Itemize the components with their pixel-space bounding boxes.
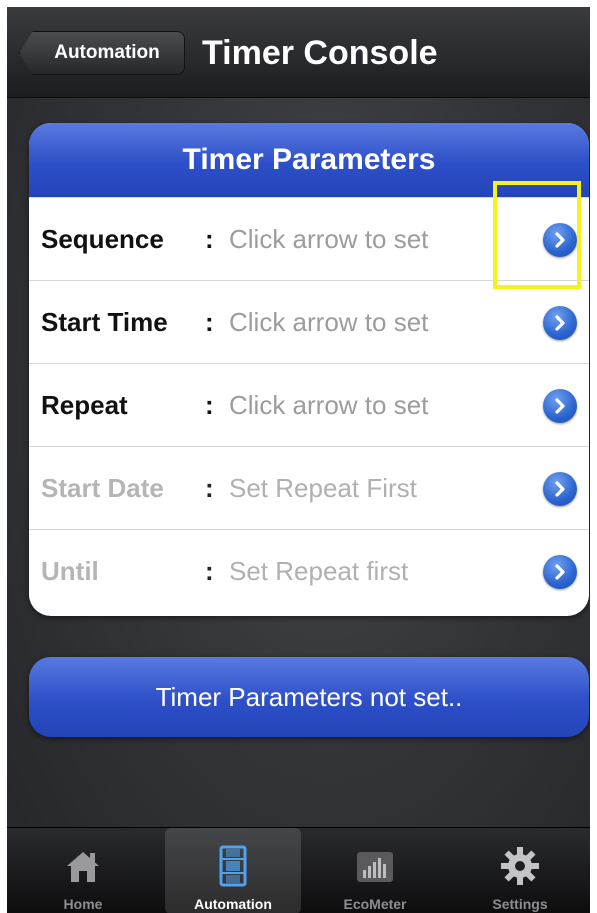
status-button-label: Timer Parameters not set.. — [155, 682, 463, 712]
row-colon: : — [205, 224, 214, 254]
tab-label: Settings — [492, 896, 548, 912]
back-button[interactable]: Automation — [19, 31, 185, 75]
row-value: Set Repeat First — [229, 473, 417, 503]
row-value: Click arrow to set — [229, 390, 429, 420]
chevron-right-circle-icon[interactable] — [543, 389, 577, 423]
gear-icon — [501, 847, 539, 885]
app-screen: Automation Timer Console Timer Parameter… — [7, 7, 590, 913]
highlight-annotation-box — [493, 181, 581, 289]
row-colon: : — [205, 390, 214, 420]
row-colon: : — [205, 307, 214, 337]
page-title: Timer Console — [202, 34, 438, 72]
row-label: Until — [41, 556, 99, 586]
chevron-right-circle-icon[interactable] — [543, 306, 577, 340]
row-colon: : — [205, 556, 214, 586]
tab-label: EcoMeter — [343, 896, 407, 912]
tab-label: Home — [63, 896, 103, 912]
chevron-right-circle-icon[interactable] — [543, 472, 577, 506]
film-icon — [219, 845, 247, 887]
tab-ecometer[interactable]: EcoMeter — [307, 828, 443, 913]
tab-home[interactable]: Home — [15, 828, 151, 913]
row-start-date[interactable]: Start Date : Set Repeat First — [29, 446, 589, 529]
bar-meter-icon — [357, 852, 393, 882]
home-icon — [67, 852, 99, 882]
tab-bar: Home Automation EcoMeter Settings — [7, 827, 590, 913]
row-value: Click arrow to set — [229, 224, 429, 254]
row-label: Start Date — [41, 473, 164, 503]
row-value: Set Repeat first — [229, 556, 409, 586]
tab-label: Automation — [194, 896, 272, 912]
timer-status-button[interactable]: Timer Parameters not set.. — [29, 657, 589, 737]
chevron-right-circle-icon[interactable] — [543, 555, 577, 589]
row-value: Click arrow to set — [229, 307, 429, 337]
row-label: Start Time — [41, 307, 168, 337]
back-button-label: Automation — [54, 42, 160, 63]
row-colon: : — [205, 473, 214, 503]
row-until[interactable]: Until : Set Repeat first — [29, 529, 589, 612]
row-start-time[interactable]: Start Time : Click arrow to set — [29, 280, 589, 363]
row-label: Repeat — [41, 390, 128, 420]
row-repeat[interactable]: Repeat : Click arrow to set — [29, 363, 589, 446]
tab-automation[interactable]: Automation — [165, 828, 301, 913]
tab-settings[interactable]: Settings — [452, 828, 588, 913]
navigation-bar: Automation Timer Console — [7, 7, 590, 98]
row-label: Sequence — [41, 224, 164, 254]
